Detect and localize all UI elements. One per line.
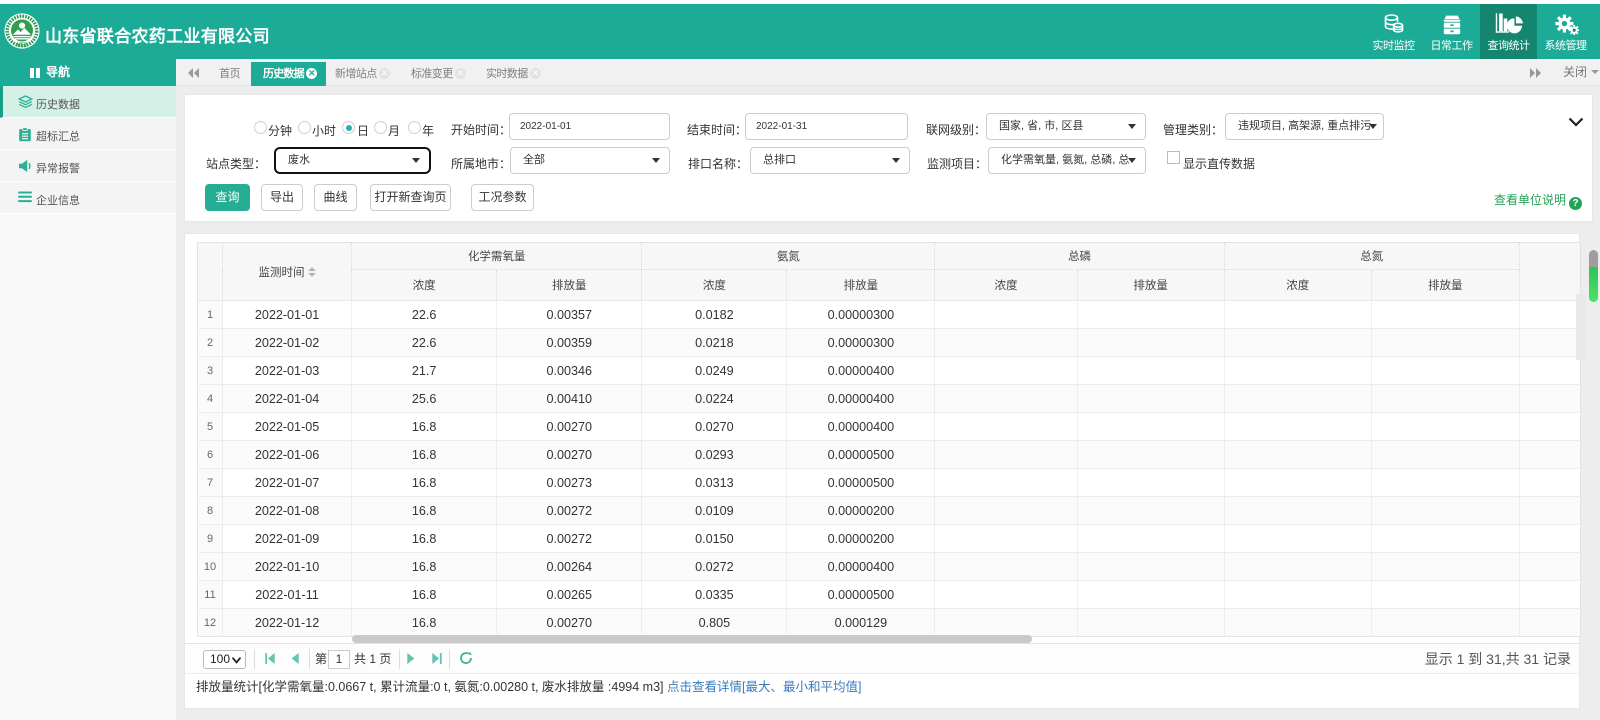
svg-text:MEE: MEE	[17, 43, 29, 49]
